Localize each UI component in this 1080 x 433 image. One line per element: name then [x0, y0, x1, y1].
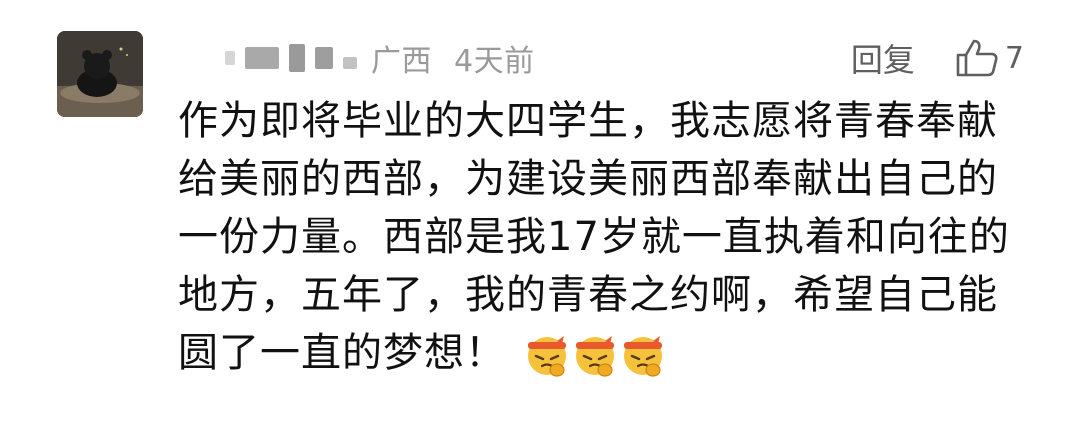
timestamp: 4天前	[454, 44, 535, 79]
redaction-block	[289, 44, 305, 72]
redaction-block	[225, 51, 235, 65]
comment-header: 广西 4天前	[225, 30, 535, 86]
fighting-emoji-icon	[623, 336, 662, 377]
redaction-block	[343, 57, 357, 69]
fighting-emoji-icon	[527, 336, 566, 377]
thumbs-up-icon	[956, 39, 998, 77]
redaction-block	[245, 47, 279, 69]
avatar-image	[57, 31, 143, 117]
emoji-row	[524, 332, 666, 378]
comment-line: 作为即将毕业的大四学生，我志愿将青春奉献	[178, 98, 998, 144]
reply-button[interactable]: 回复	[851, 35, 915, 81]
username-redacted[interactable]	[225, 44, 357, 72]
like-count: 7	[1004, 40, 1024, 76]
redaction-block	[315, 47, 333, 69]
like-button[interactable]: 7	[955, 38, 1024, 78]
comment-item: 广西 4天前 回复 7 作为即将毕业的大四学生，我志愿将青春奉献 给美丽的西部，…	[0, 0, 1080, 433]
comment-body: 作为即将毕业的大四学生，我志愿将青春奉献 给美丽的西部，为建设美丽西部奉献出自己…	[178, 92, 1010, 382]
comment-last-line: 圆了一直的梦想！	[178, 324, 1008, 382]
comment-actions: 回复 7	[851, 30, 1024, 86]
location-label: 广西	[371, 44, 432, 79]
avatar[interactable]	[57, 31, 143, 117]
comment-line: 给美丽的西部，为建设美丽西部奉献出自己的	[178, 156, 998, 202]
comment-line: 一份力量。西部是我17岁就一直执着和向往的	[178, 214, 1010, 260]
fighting-emoji-icon	[575, 336, 614, 377]
comment-line: 地方，五年了，我的青春之约啊，希望自己能	[178, 272, 998, 318]
comment-line: 圆了一直的梦想！	[178, 330, 506, 376]
